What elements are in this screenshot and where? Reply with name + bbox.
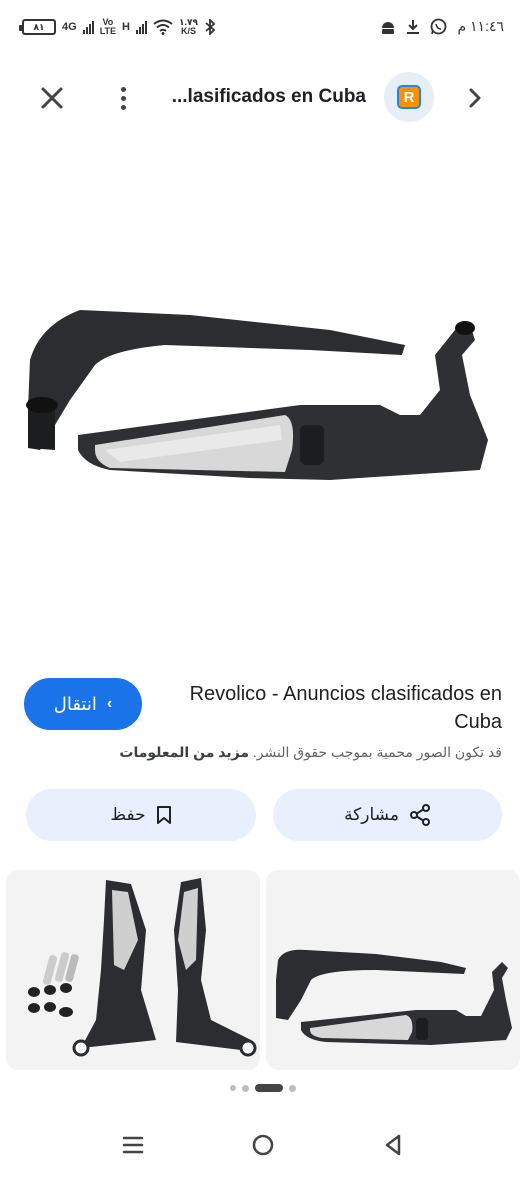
android-icon <box>382 21 395 34</box>
page-title[interactable]: ...lasificados en Cuba <box>140 86 366 108</box>
status-bar: ٨١ 4G Vo LTE H ١.٧٩ K/S ١١:٤٦ م <box>0 0 526 60</box>
site-logo-letter: R <box>403 88 415 106</box>
battery-icon: ٨١ <box>19 19 56 35</box>
more-info-link[interactable]: مزيد من المعلومات <box>119 744 249 760</box>
visit-button-label: انتقال <box>53 693 97 714</box>
back-triangle-icon <box>385 1134 401 1156</box>
close-icon <box>41 87 63 109</box>
home-circle-icon <box>252 1134 274 1156</box>
share-button[interactable]: مشاركة <box>273 789 502 841</box>
wifi-icon <box>153 19 173 35</box>
result-title[interactable]: Revolico - Anuncios clasificados en Cuba <box>170 680 502 736</box>
pager-dot-active <box>255 1084 283 1092</box>
close-button[interactable] <box>34 80 70 116</box>
save-button[interactable]: حفظ <box>26 789 256 841</box>
back-button[interactable] <box>378 1130 408 1160</box>
next-button[interactable] <box>460 82 490 114</box>
mirror-product-image <box>26 310 488 480</box>
bookmark-icon <box>156 806 171 824</box>
bluetooth-icon <box>205 19 216 35</box>
mirror-thumbnail <box>276 949 512 1045</box>
network-h-label: H <box>122 21 130 33</box>
battery-level: ٨١ <box>33 21 45 32</box>
menu-lines-icon <box>122 1136 144 1154</box>
pager-dot <box>242 1084 249 1092</box>
more-options-button[interactable] <box>106 80 140 116</box>
whatsapp-icon <box>431 18 447 35</box>
chevron-right-icon <box>469 88 481 108</box>
save-button-label: حفظ <box>110 805 146 824</box>
download-icon <box>407 19 420 34</box>
share-button-label: مشاركة <box>344 805 399 824</box>
signal-icon-2 <box>135 20 147 34</box>
clock: ١١:٤٦ م <box>457 18 504 34</box>
home-button[interactable] <box>248 1130 278 1160</box>
chevron-left-icon: ‹ <box>106 695 113 712</box>
copyright-text: قد تكون الصور محمية بموجب حقوق النشر. <box>252 744 502 760</box>
system-nav-bar <box>0 1110 526 1178</box>
recent-apps-button[interactable] <box>118 1130 148 1160</box>
more-vert-icon <box>120 86 126 92</box>
viewer-top-bar: ...lasificados en Cuba R <box>0 62 526 132</box>
related-image-1[interactable] <box>6 870 260 1070</box>
related-image-2[interactable] <box>266 870 520 1070</box>
share-icon <box>409 804 430 826</box>
mirror-pair-thumbnail <box>28 878 257 1057</box>
site-favicon[interactable]: R <box>384 72 434 122</box>
main-image[interactable] <box>0 150 526 650</box>
volte-indicator: Vo LTE <box>99 17 117 36</box>
pager-dot <box>230 1085 236 1091</box>
pager-dot <box>289 1084 296 1092</box>
carousel-pager <box>0 1084 526 1092</box>
network-4g-label: 4G <box>62 21 77 33</box>
network-speed: ١.٧٩ K/S <box>178 17 198 36</box>
visit-button[interactable]: انتقال ‹ <box>24 678 142 730</box>
copyright-notice: قد تكون الصور محمية بموجب حقوق النشر. مز… <box>20 744 502 761</box>
signal-icon <box>82 20 94 34</box>
